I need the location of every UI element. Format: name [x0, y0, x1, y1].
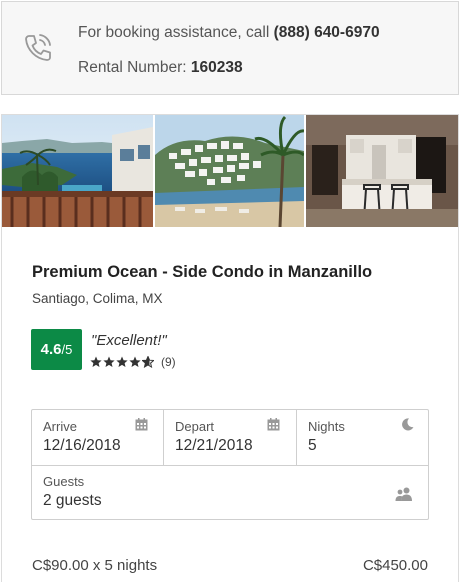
- guests-icon: [395, 487, 412, 501]
- photo-ocean-balcony[interactable]: [2, 115, 153, 227]
- star-icon: [129, 356, 141, 367]
- nights-label: Nights: [308, 419, 345, 434]
- photo-strip: [2, 115, 458, 227]
- nightly-price-line: C$90.00 x 5 nights: [32, 557, 158, 574]
- star-rating[interactable]: (9): [90, 355, 176, 369]
- rating-badge: 4.6/5: [31, 329, 82, 370]
- rating-score: 4.6: [40, 341, 62, 358]
- photo-beach-hillside[interactable]: [155, 115, 304, 227]
- guests-label: Guests: [43, 474, 85, 489]
- arrive-value: 12/16/2018: [43, 437, 121, 454]
- booking-assistance-text: For booking assistance, call (888) 640-6…: [78, 24, 380, 42]
- booking-assistance-panel: For booking assistance, call (888) 640-6…: [1, 1, 459, 95]
- assistance-phone-number[interactable]: (888) 640-6970: [274, 24, 380, 41]
- arrive-label: Arrive: [43, 419, 77, 434]
- listing-location: Santiago, Colima, MX: [32, 291, 163, 306]
- depart-value: 12/21/2018: [175, 437, 253, 454]
- phone-icon: [25, 34, 51, 61]
- listing-card: Premium Ocean - Side Condo in Manzanillo…: [1, 114, 459, 582]
- listing-title[interactable]: Premium Ocean - Side Condo in Manzanillo: [32, 263, 372, 282]
- nights-field[interactable]: Nights 5: [297, 410, 428, 466]
- rating-label: "Excellent!": [91, 332, 167, 349]
- calendar-icon: [135, 418, 148, 431]
- rental-number-text: Rental Number: 160238: [78, 59, 243, 77]
- depart-label: Depart: [175, 419, 215, 434]
- rental-number-value: 160238: [190, 59, 243, 76]
- rental-number-label: Rental Number:: [78, 59, 191, 76]
- rating-out-of: /5: [61, 342, 73, 357]
- nights-value: 5: [308, 437, 317, 454]
- photo-kitchen-interior[interactable]: [306, 115, 458, 227]
- assistance-prefix: For booking assistance, call: [78, 24, 274, 41]
- calendar-icon: [267, 418, 280, 431]
- depart-date-field[interactable]: Depart 12/21/2018: [164, 410, 297, 466]
- booking-form: Arrive 12/16/2018 Depart 12/21/2018 Nigh…: [31, 409, 429, 520]
- review-count[interactable]: (9): [161, 355, 176, 369]
- star-icon: [90, 356, 102, 367]
- nightly-price-total: C$450.00: [362, 557, 428, 574]
- arrive-date-field[interactable]: Arrive 12/16/2018: [32, 410, 164, 466]
- star-half-icon: [142, 356, 154, 368]
- star-icon: [116, 356, 128, 367]
- moon-icon: [402, 418, 414, 431]
- guests-field[interactable]: Guests 2 guests: [32, 466, 428, 519]
- guests-value: 2 guests: [43, 492, 102, 509]
- star-icon: [103, 356, 115, 367]
